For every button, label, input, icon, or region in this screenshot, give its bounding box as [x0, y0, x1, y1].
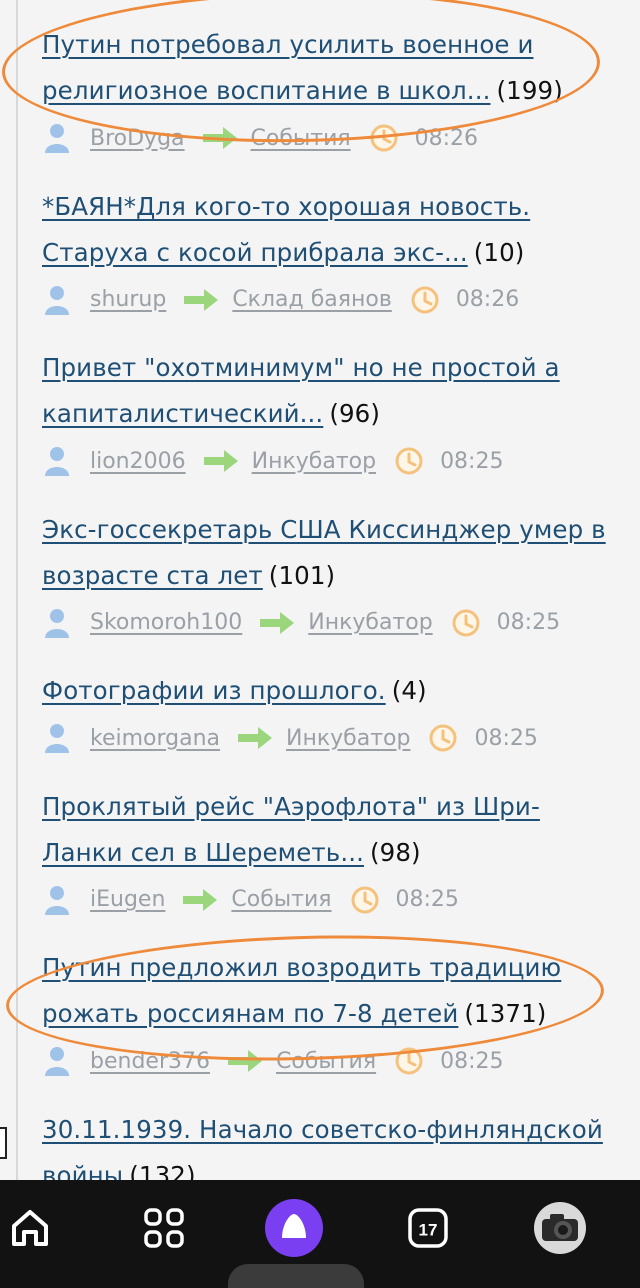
- news-title-line: Путин предложил возродить традицию рожат…: [42, 945, 612, 1037]
- author-link[interactable]: keimorgana: [90, 726, 220, 751]
- post-time: 08:25: [440, 448, 504, 474]
- user-icon: [45, 724, 69, 753]
- clock-icon: [395, 1047, 423, 1075]
- news-title-link[interactable]: Путин потребовал усилить военное и религ…: [42, 30, 534, 105]
- list-item: *БАЯН*Для кого-то хорошая новость. Стару…: [42, 184, 612, 346]
- post-time: 08:26: [414, 125, 479, 151]
- news-title-link[interactable]: Фотографии из прошлого.: [42, 676, 386, 705]
- user-icon: [45, 885, 69, 915]
- news-title-line: 30.11.1939. Начало советско-финляндской …: [42, 1107, 612, 1181]
- comment-count: (4): [391, 676, 427, 705]
- author-link[interactable]: Skomoroh100: [90, 610, 242, 635]
- comment-count: (1371): [464, 999, 547, 1028]
- comment-count: (101): [268, 560, 336, 590]
- news-feed-page: Путин потребовал усилить военное и религ…: [0, 0, 640, 1180]
- comment-count: (10): [473, 237, 525, 267]
- list-item: Экс-госсекретарь США Киссинджер умер в в…: [42, 507, 612, 669]
- news-title-line: *БАЯН*Для кого-то хорошая новость. Стару…: [42, 184, 612, 276]
- user-icon: [45, 124, 69, 153]
- news-title-link[interactable]: 30.11.1939. Начало советско-финляндской …: [42, 1115, 603, 1181]
- news-meta: Skomoroh100 Инкубатор 08:25: [42, 601, 612, 645]
- category-link[interactable]: События: [231, 887, 331, 912]
- list-item: Фотографии из прошлого. (4) keimorgana Ин…: [42, 668, 612, 784]
- comment-count: (199): [496, 76, 563, 105]
- news-meta: keimorgana Инкубатор 08:25: [42, 716, 612, 760]
- nav-apps-button[interactable]: [134, 1198, 194, 1258]
- list-item: Путин потребовал усилить военное и религ…: [42, 22, 612, 184]
- nav-profile-button[interactable]: [530, 1198, 590, 1258]
- comment-count: (98): [370, 837, 421, 867]
- home-icon: [12, 1210, 48, 1246]
- news-title-link[interactable]: Проклятый рейс "Аэрофлота" из Шри-Ланки …: [42, 792, 540, 867]
- category-link[interactable]: События: [251, 126, 351, 151]
- clock-icon: [452, 609, 480, 636]
- category-link[interactable]: Инкубатор: [286, 726, 410, 751]
- post-time: 08:25: [440, 1048, 504, 1074]
- clock-icon: [429, 724, 457, 752]
- news-meta: shurup Склад баянов 08:26: [42, 278, 612, 322]
- post-time: 08:25: [474, 725, 538, 751]
- list-item: Привет "охотминимум" но не простой а кап…: [42, 345, 612, 507]
- arrow-right-icon: [184, 288, 219, 311]
- arrow-right-icon: [183, 888, 218, 911]
- news-meta: iEugen События 08:25: [42, 878, 612, 922]
- user-icon: [45, 608, 69, 638]
- author-link[interactable]: shurup: [90, 287, 166, 312]
- category-link[interactable]: Склад баянов: [232, 287, 392, 312]
- user-icon: [45, 285, 69, 315]
- user-icon: [45, 1047, 69, 1076]
- nav-home-button[interactable]: [0, 1198, 60, 1258]
- arrow-right-icon: [260, 611, 295, 634]
- clock-icon: [351, 886, 379, 913]
- category-link[interactable]: События: [276, 1049, 376, 1074]
- post-time: 08:26: [455, 287, 520, 312]
- profile-avatar: [534, 1202, 586, 1254]
- news-title-line: Фотографии из прошлого. (4): [42, 668, 612, 714]
- comment-count: (96): [329, 399, 381, 428]
- author-link[interactable]: lion2006: [90, 449, 186, 474]
- news-title-line: Путин потребовал усилить военное и религ…: [42, 22, 612, 114]
- apps-grid-icon: [144, 1208, 184, 1248]
- list-item: Проклятый рейс "Аэрофлота" из Шри-Ланки …: [42, 784, 612, 946]
- nav-calendar-button[interactable]: 17: [398, 1198, 458, 1258]
- calendar-day: 17: [419, 1221, 438, 1240]
- arrow-right-icon: [202, 127, 237, 149]
- news-meta: lion2006 Инкубатор 08:25: [42, 439, 612, 483]
- news-meta: BroDyga События 08:26: [42, 116, 612, 160]
- category-link[interactable]: Инкубатор: [252, 449, 376, 474]
- post-time: 08:25: [496, 610, 561, 635]
- calendar-icon: 17: [408, 1208, 448, 1248]
- list-item: Путин предложил возродить традицию рожат…: [42, 945, 612, 1107]
- edge-marker: [0, 1127, 7, 1159]
- gesture-handle[interactable]: [228, 1264, 364, 1288]
- news-title-line: Привет "охотминимум" но не простой а кап…: [42, 345, 612, 437]
- nav-assistant-button[interactable]: [264, 1198, 324, 1258]
- arrow-right-icon: [238, 727, 273, 749]
- category-link[interactable]: Инкубатор: [308, 610, 432, 635]
- author-link[interactable]: bender376: [90, 1049, 210, 1074]
- news-title-link[interactable]: Привет "охотминимум" но не простой а кап…: [42, 353, 560, 428]
- arrow-right-icon: [227, 1050, 262, 1072]
- news-meta: bender376 События 08:25: [42, 1039, 612, 1083]
- clock-icon: [411, 286, 439, 313]
- user-icon: [45, 447, 69, 476]
- alice-assistant-icon: [265, 1199, 323, 1257]
- news-title-line: Проклятый рейс "Аэрофлота" из Шри-Ланки …: [42, 784, 612, 876]
- list-item: 30.11.1939. Начало советско-финляндской …: [42, 1107, 612, 1181]
- post-time: 08:25: [395, 887, 459, 912]
- author-link[interactable]: BroDyga: [90, 126, 185, 151]
- clock-icon: [370, 124, 398, 152]
- author-link[interactable]: iEugen: [90, 887, 165, 912]
- arrow-right-icon: [203, 450, 238, 472]
- comment-count: (132): [129, 1160, 196, 1181]
- news-title-link[interactable]: *БАЯН*Для кого-то хорошая новость. Стару…: [42, 192, 530, 267]
- left-border: [16, 0, 18, 1180]
- clock-icon: [395, 447, 423, 475]
- news-list: Путин потребовал усилить военное и религ…: [42, 22, 612, 1180]
- news-title-line: Экс-госсекретарь США Киссинджер умер в в…: [42, 507, 612, 599]
